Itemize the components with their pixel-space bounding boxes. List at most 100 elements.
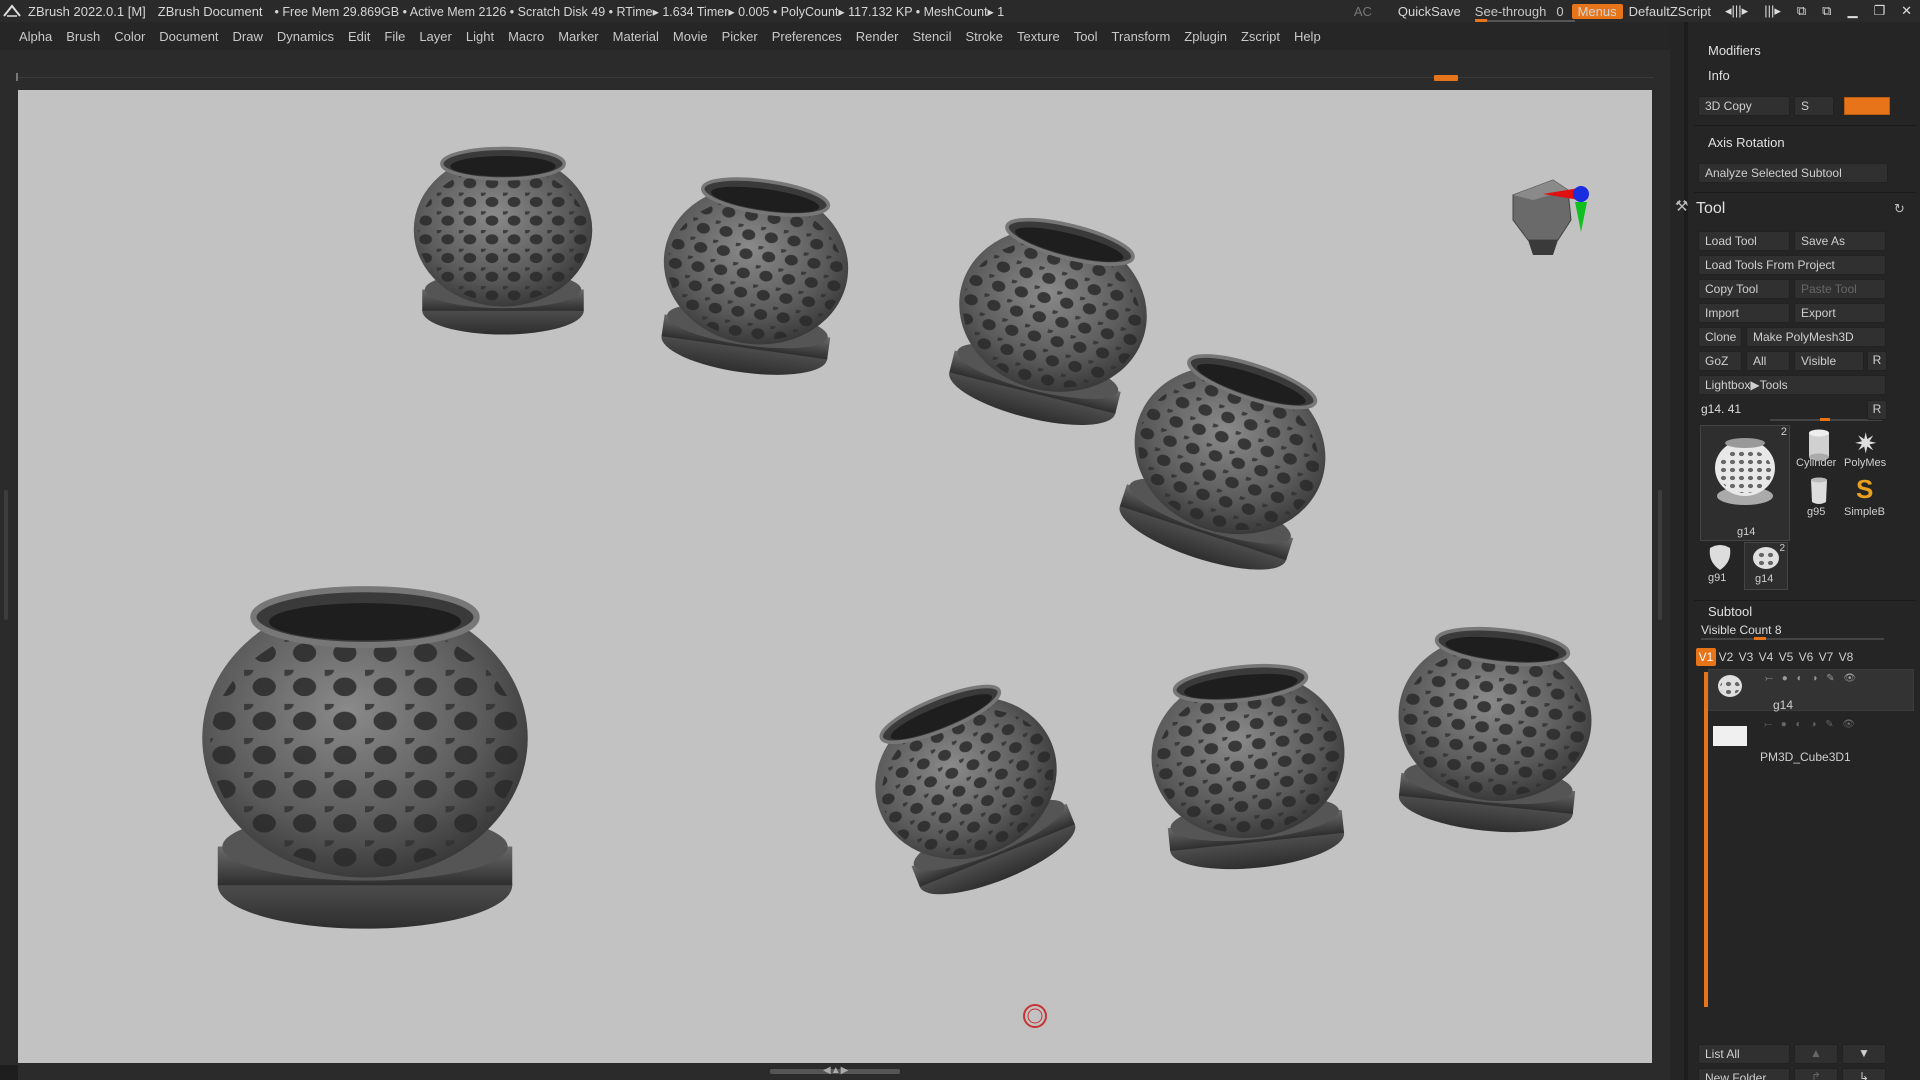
window-switch-icon[interactable]: ⧉ [1789,3,1814,19]
see-through-slider[interactable]: See-through 0 [1474,4,1575,22]
goz-button[interactable]: GoZ [1698,351,1742,371]
paste-tool-button[interactable]: Paste Tool [1794,279,1886,299]
menu-draw[interactable]: Draw [226,29,270,44]
clone-button[interactable]: Clone [1698,327,1742,347]
analyze-subtool-button[interactable]: Analyze Selected Subtool [1698,163,1888,183]
menu-preferences[interactable]: Preferences [765,29,849,44]
menu-stroke[interactable]: Stroke [958,29,1010,44]
menu-zscript[interactable]: Zscript [1234,29,1287,44]
expand-bottom-icon[interactable]: ◀▲▶ [823,1065,848,1076]
sculpt-vase-6[interactable] [1140,655,1358,880]
menu-movie[interactable]: Movie [666,29,715,44]
list-all-button[interactable]: List All [1698,1044,1790,1064]
menu-material[interactable]: Material [606,29,666,44]
menu-file[interactable]: File [377,29,412,44]
default-zscript-button[interactable]: DefaultZScript [1623,4,1717,19]
sculpt-vase-5[interactable] [846,663,1094,915]
subtool-header[interactable]: Subtool [1708,604,1752,619]
layout-icon[interactable]: ◂|||▸ [1717,3,1756,19]
menu-document[interactable]: Document [152,29,225,44]
sculpt-vase-2[interactable] [647,166,862,387]
visibility-set-v2[interactable]: V2 [1716,648,1736,666]
sculpt-vase-7[interactable] [1385,618,1603,843]
save-as-button[interactable]: Save As [1794,231,1886,251]
subtool-row-active[interactable]: ⤚ ● ◐ ◑ ✎ 👁 g14 [1708,669,1914,712]
menus-toggle-button[interactable]: Menus [1571,3,1623,19]
load-tool-button[interactable]: Load Tool [1698,231,1790,251]
copy-tool-button[interactable]: Copy Tool [1698,279,1790,299]
goz-r-button[interactable]: R [1867,351,1887,371]
s-button[interactable]: S [1794,96,1834,116]
export-button[interactable]: Export [1794,303,1886,323]
tool-thumb-g14-small[interactable]: 2 g14 [1744,542,1788,590]
sculpt-vase-large[interactable] [202,589,528,928]
visible-count-slider[interactable]: Visible Count 8 [1701,623,1782,637]
visibility-set-v1[interactable]: V1 [1696,648,1716,666]
menu-macro[interactable]: Macro [501,29,551,44]
visibility-set-v6[interactable]: V6 [1796,648,1816,666]
visibility-set-v8[interactable]: V8 [1836,648,1856,666]
import-button[interactable]: Import [1698,303,1790,323]
visibility-set-v4[interactable]: V4 [1756,648,1776,666]
menu-light[interactable]: Light [459,29,501,44]
menu-picker[interactable]: Picker [715,29,765,44]
window-switch-alt-icon[interactable]: ⧉ [1814,3,1839,19]
sculpt-vase-4[interactable] [1101,334,1352,590]
subtool-row[interactable]: ⤚ ● ◐ ◑ ✎ 👁 PM3D_Cube3D1 [1708,716,1914,764]
menu-tool[interactable]: Tool [1067,29,1105,44]
goz-all-button[interactable]: All [1746,351,1790,371]
shelf-marker[interactable] [1434,75,1458,81]
minimize-icon[interactable]: ▁ [1839,3,1865,19]
menu-transform[interactable]: Transform [1105,29,1178,44]
tool-thumb-g91[interactable]: g91 [1700,542,1740,590]
menu-texture[interactable]: Texture [1010,29,1067,44]
menu-alpha[interactable]: Alpha [12,29,59,44]
bottom-tray-handle[interactable]: ◀▲▶ [18,1063,1652,1080]
menu-render[interactable]: Render [849,29,906,44]
tool-thumb-g14-main[interactable]: 2 g14 [1700,425,1790,541]
right-tray-gutter[interactable] [1652,90,1670,1080]
info-header[interactable]: Info [1708,68,1730,83]
menu-dynamics[interactable]: Dynamics [270,29,341,44]
visibility-set-v3[interactable]: V3 [1736,648,1756,666]
layout-alt-icon[interactable]: |||▸ [1756,3,1789,19]
tool-r-button[interactable]: R [1867,400,1887,420]
subtool-toggle-icons[interactable]: ⤚ ● ◐ ◑ ✎ 👁 [1765,673,1859,684]
move-down-icon[interactable]: ▼ [1842,1044,1886,1064]
folder-enter-icon[interactable]: ↳ [1842,1068,1886,1080]
left-tray-gutter[interactable] [0,90,18,1065]
tool-reset-icon[interactable]: ↻ [1894,201,1905,217]
sculpt-vase-3[interactable] [932,201,1168,443]
ac-button[interactable]: AC [1348,4,1378,19]
menu-edit[interactable]: Edit [341,29,377,44]
quicksave-button[interactable]: QuickSave [1392,4,1467,19]
menu-layer[interactable]: Layer [412,29,459,44]
restore-icon[interactable]: ❐ [1865,3,1893,19]
menu-color[interactable]: Color [107,29,152,44]
3d-copy-button[interactable]: 3D Copy [1698,96,1790,116]
folder-action-icon[interactable]: ↱ [1794,1068,1838,1080]
visibility-set-v5[interactable]: V5 [1776,648,1796,666]
axis-rotation-header[interactable]: Axis Rotation [1708,135,1785,150]
sculpt-vase-1[interactable] [412,146,594,337]
menu-marker[interactable]: Marker [551,29,605,44]
load-tools-from-project-button[interactable]: Load Tools From Project [1698,255,1886,275]
menu-stencil[interactable]: Stencil [905,29,958,44]
tool-pin-icon[interactable]: ⚒ [1675,197,1688,215]
modifiers-header[interactable]: Modifiers [1708,43,1761,58]
document-canvas[interactable] [18,90,1652,1063]
make-polymesh3d-button[interactable]: Make PolyMesh3D [1746,327,1886,347]
lightbox-tools-button[interactable]: Lightbox▶Tools [1698,375,1886,395]
tool-palette-title[interactable]: Tool [1696,200,1725,218]
tool-thumb-simplebrush[interactable]: S SimpleB [1844,474,1890,538]
new-folder-button[interactable]: New Folder [1698,1068,1790,1080]
goz-visible-button[interactable]: Visible [1794,351,1864,371]
visibility-set-v7[interactable]: V7 [1816,648,1836,666]
menu-zplugin[interactable]: Zplugin [1177,29,1234,44]
copy-value-field[interactable] [1844,97,1890,115]
close-icon[interactable]: ✕ [1893,3,1920,19]
move-up-icon[interactable]: ▲ [1794,1044,1838,1064]
tool-thumb-g95[interactable]: g95 [1796,474,1842,538]
subtool-toggle-icons[interactable]: ⤚ ● ◐ ◑ ✎ 👁 [1764,719,1858,730]
menu-help[interactable]: Help [1287,29,1328,44]
